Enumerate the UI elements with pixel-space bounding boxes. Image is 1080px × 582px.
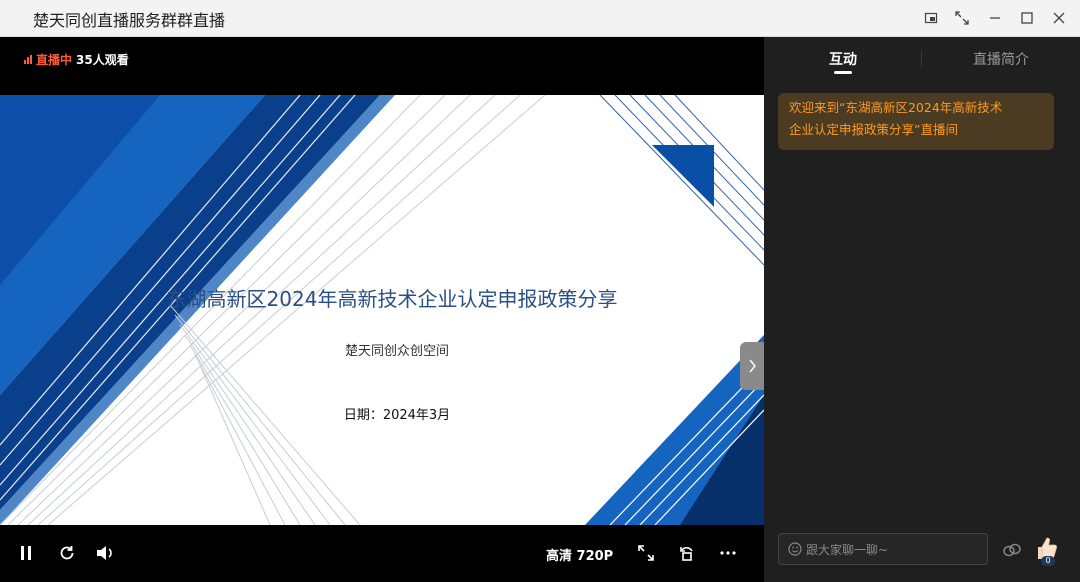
welcome-message: 欢迎来到“东湖高新区2024年高新技术 企业认定申报政策分享”直播间 [778,93,1054,150]
volume-button[interactable] [94,541,116,565]
chat-placeholder: 跟大家聊一聊~ [806,542,889,557]
slide-next-button[interactable] [740,342,764,390]
viewer-count: 35人观看 [76,53,129,67]
emoji-icon[interactable] [788,542,802,556]
chat-input[interactable]: 跟大家聊一聊~ [778,533,988,565]
tab-divider [921,50,922,66]
refresh-icon [60,546,74,560]
welcome-line-1: 欢迎来到“东湖高新区2024年高新技术 [789,100,1003,115]
link-icon[interactable] [1002,541,1022,563]
refresh-button[interactable] [56,541,78,565]
like-button[interactable]: 0 [1032,535,1060,567]
expand-icon [638,545,654,561]
live-label: 直播中 [36,53,73,67]
close-icon[interactable] [1048,7,1070,29]
pause-icon [21,546,31,560]
slide-title: 东湖高新区2024年高新技术企业认定申报政策分享 [166,287,618,311]
pip-icon[interactable] [920,7,942,29]
tab-live-intro[interactable]: 直播简介 [973,49,1029,69]
fullscreen-button[interactable] [635,541,657,565]
player-controls: 高清 720P [0,525,764,582]
slide-date: 日期：2024年3月 [343,408,451,423]
video-player[interactable]: 直播中 35人观看 东湖高新区2024年高新技术企业认定申报政策分享 楚天同创众… [0,37,764,582]
quality-selector[interactable]: 高清 720P [546,545,613,564]
minimize-icon[interactable] [984,7,1006,29]
slide-subtitle: 楚天同创众创空间 [344,344,449,359]
rotate-icon [680,546,693,561]
like-count: 0 [1041,556,1055,566]
live-signal-icon [24,55,32,64]
more-icon [720,551,736,555]
active-tab-indicator [834,71,852,74]
more-button[interactable] [717,541,739,565]
fullscreen-icon[interactable] [951,7,973,29]
window-titlebar: 楚天同创直播服务群群直播 [0,0,1080,37]
maximize-icon[interactable] [1016,7,1038,29]
rotate-button[interactable] [676,541,698,565]
volume-icon [97,546,112,560]
chevron-right-icon [749,359,756,373]
presentation-slide: 东湖高新区2024年高新技术企业认定申报政策分享 楚天同创众创空间 日期：202… [0,95,764,525]
live-status: 直播中 35人观看 [24,51,129,68]
window-title: 楚天同创直播服务群群直播 [33,11,226,30]
interaction-sidebar: 互动 直播简介 欢迎来到“东湖高新区2024年高新技术 企业认定申报政策分享”直… [764,37,1080,582]
pause-button[interactable] [16,541,36,565]
welcome-line-2: 企业认定申报政策分享”直播间 [789,122,958,137]
tab-interaction[interactable]: 互动 [829,49,857,69]
